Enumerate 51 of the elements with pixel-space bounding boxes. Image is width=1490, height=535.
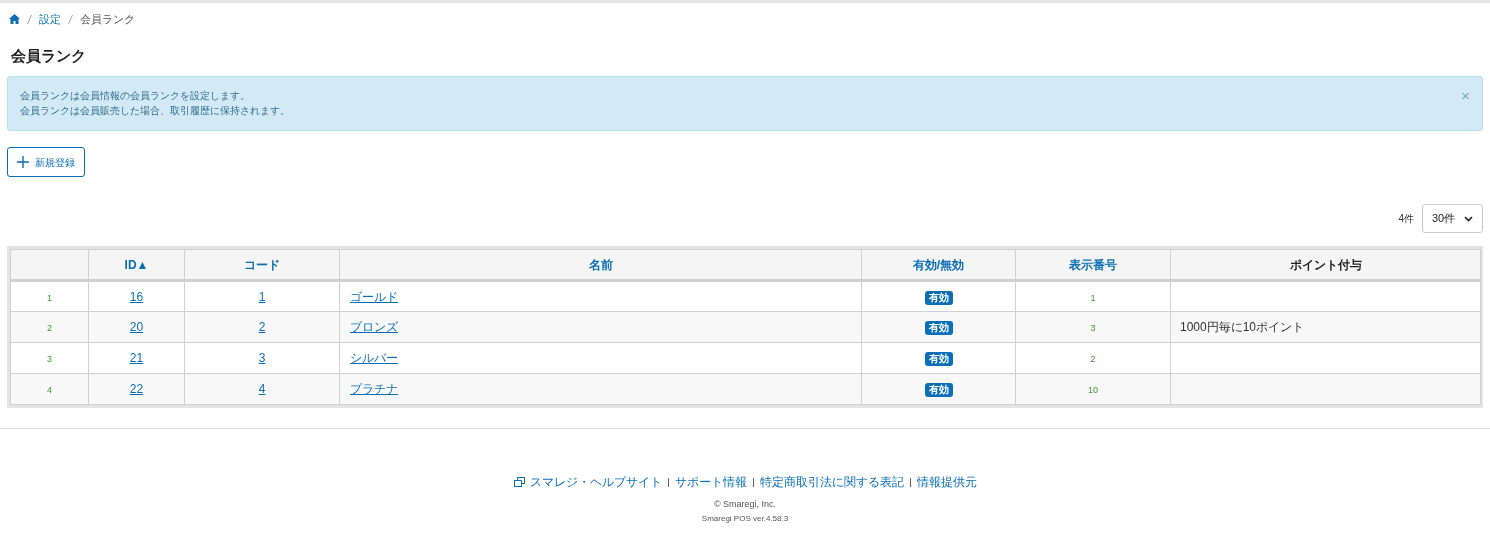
sort-header-link[interactable]: ID▲ [124,257,149,272]
sort-header-link[interactable]: コード [244,257,280,272]
page-title: 会員ランク [11,46,87,66]
record-number-link[interactable]: 16 [129,289,144,304]
point-rule: 1000円毎に10ポイント [1180,320,1305,334]
code-link[interactable]: 2 [258,320,266,334]
display-order: 1 [1090,292,1096,303]
display-order: 10 [1088,385,1098,395]
status-badge: 有効 [924,290,953,305]
row-number: 1 [47,292,52,303]
record-number-link[interactable]: 21 [129,351,144,365]
footer-link[interactable]: スマレジ・ヘルプサイト [529,473,662,491]
record-number-link[interactable]: 22 [129,382,144,396]
code-link[interactable]: 1 [258,289,266,304]
sort-header-link[interactable]: 表示番号 [1069,257,1117,272]
per-page-select[interactable]: 30件 [1422,204,1483,233]
alert-text: 会員ランクは会員販売した場合、取引履歴に保持されます。 [20,104,290,118]
footer-link[interactable]: 情報提供元 [916,473,977,491]
name-link[interactable]: ゴールド [350,289,398,304]
breadcrumb-link[interactable]: 設定 [39,10,61,28]
home-icon[interactable] [9,14,20,24]
code-link[interactable]: 4 [258,382,266,396]
version-text: Smaregi POS ver.4.58.3 [701,513,789,525]
copyright-text: © Smaregi, Inc. [713,498,777,511]
breadcrumb-current: 会員ランク [80,11,135,27]
new-register-button[interactable]: 新規登録 [7,147,85,177]
plus-icon [17,156,29,168]
sort-header-link[interactable]: 名前 [588,257,613,272]
display-order: 3 [1090,323,1096,333]
external-link-icon [513,477,525,487]
footer-link[interactable]: 特定商取引法に関する表記 [759,473,904,491]
name-link[interactable]: シルバー [350,351,398,365]
row-number: 3 [47,354,52,364]
footer-link[interactable]: サポート情報 [674,473,747,491]
row-number: 4 [47,385,52,395]
slash-separator-icon [27,14,32,24]
column-header: ポイント付与 [1289,257,1362,272]
status-badge: 有効 [924,352,953,366]
status-badge: 有効 [924,321,953,335]
status-badge: 有効 [924,383,953,397]
alert-text: 会員ランクは会員情報の会員ランクを設定します。 [20,89,251,103]
chevron-down-icon [1464,215,1473,222]
slash-separator-icon [68,14,73,24]
name-link[interactable]: プラチナ [350,382,398,396]
record-count: 4件 [1398,212,1414,226]
record-number-link[interactable]: 20 [129,320,144,334]
name-link[interactable]: ブロンズ [350,320,398,334]
display-order: 2 [1090,354,1096,364]
sort-header-link[interactable]: 有効/無効 [912,257,965,272]
code-link[interactable]: 3 [258,351,266,365]
row-number: 2 [47,323,52,333]
